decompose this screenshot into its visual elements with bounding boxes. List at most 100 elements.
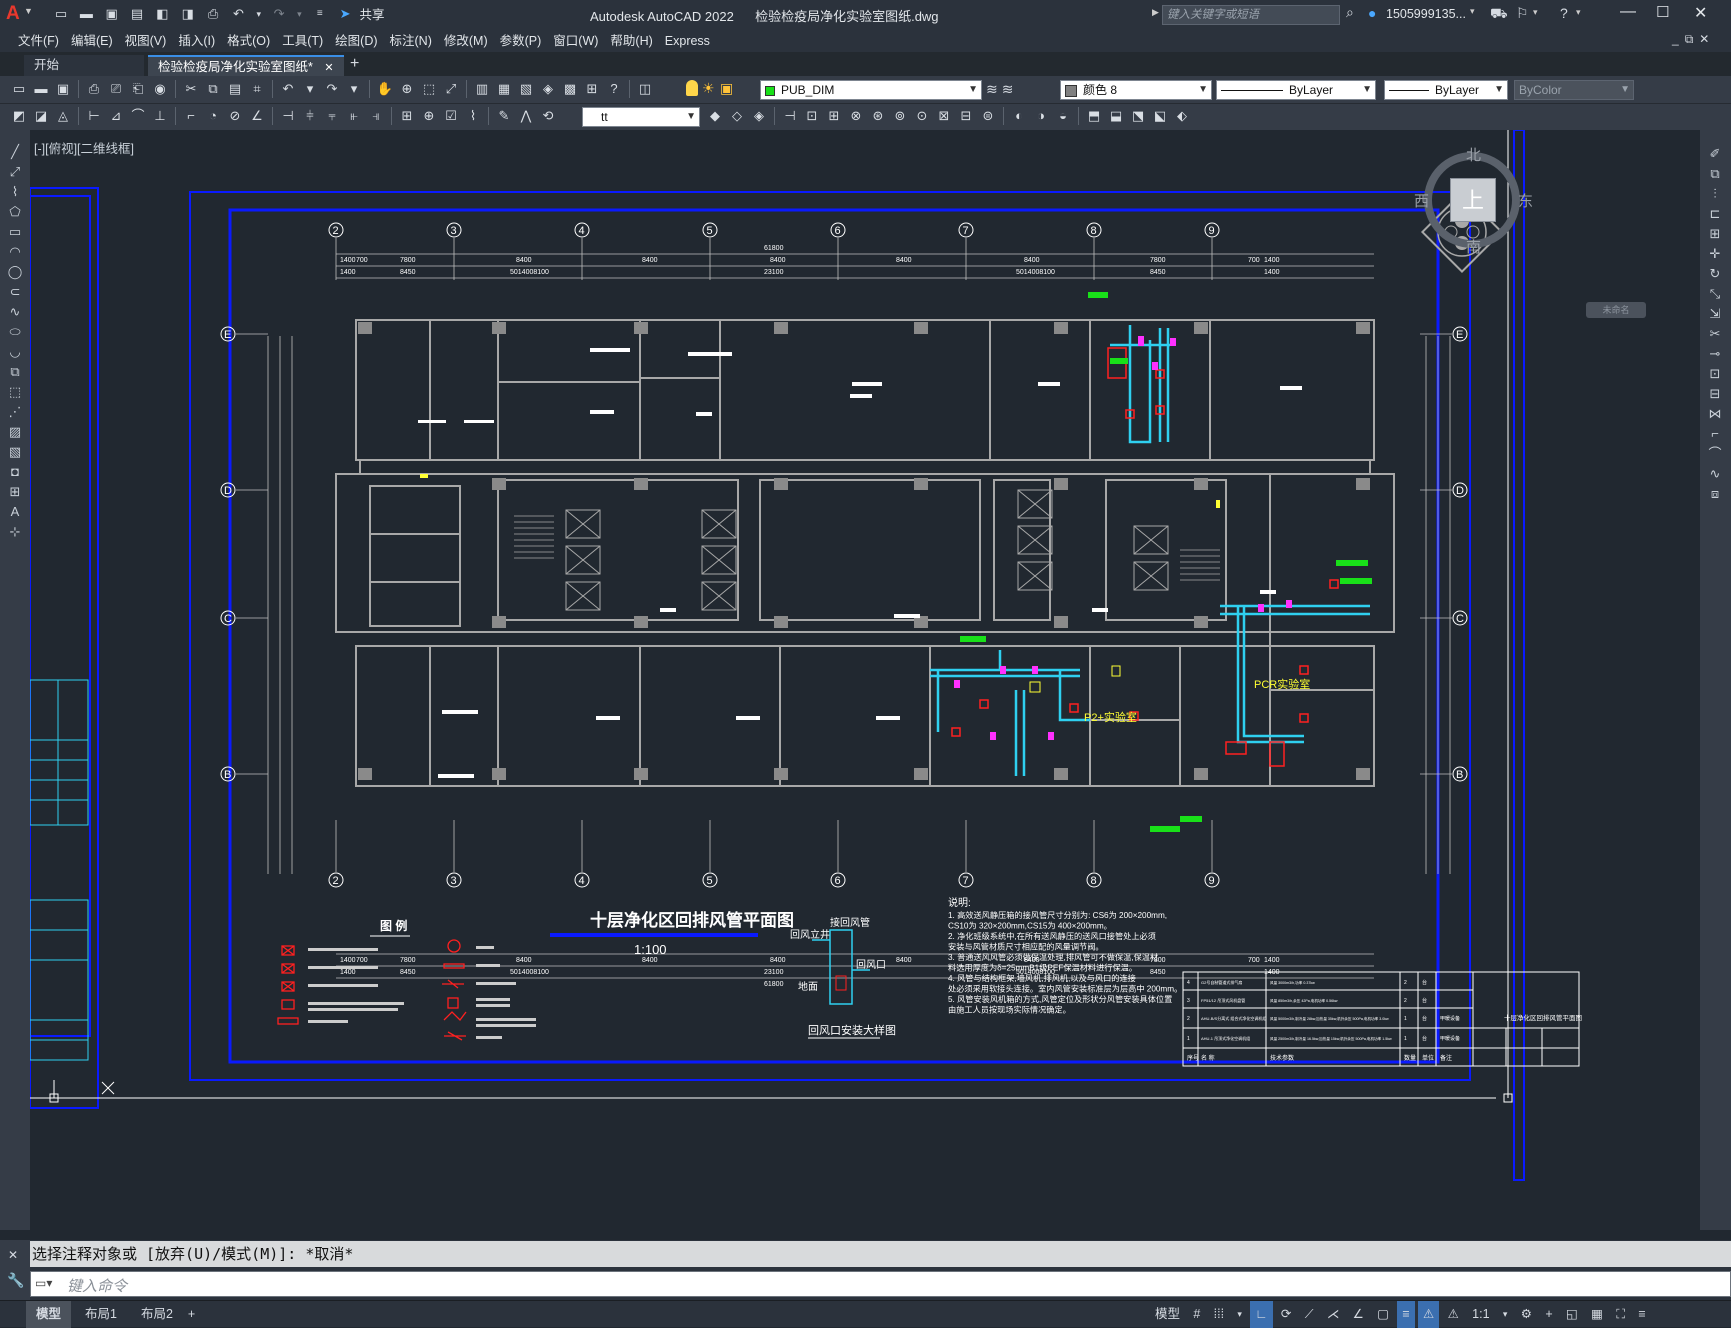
text-style-dropdown[interactable]: tt ▼ xyxy=(582,107,700,127)
radius-dim-icon[interactable]: ⌐ xyxy=(182,107,200,125)
undo-icon[interactable]: ↶ xyxy=(279,80,297,98)
new-file-icon[interactable]: ▭ xyxy=(52,5,70,23)
hatch-icon[interactable]: ▨ xyxy=(0,422,30,442)
image-icon[interactable]: ⬖ xyxy=(1173,107,1191,125)
tab-start[interactable]: 开始 xyxy=(24,55,144,76)
layer-properties-icon[interactable]: ◫ xyxy=(636,80,654,98)
command-close-icon[interactable]: ✕ xyxy=(8,1248,18,1262)
quick-dim-icon[interactable]: ⊣ xyxy=(279,107,297,125)
table-icon[interactable]: ⊞ xyxy=(0,482,30,502)
add-layout-icon[interactable]: + xyxy=(183,1301,200,1328)
join-icon[interactable]: ⋈ xyxy=(1700,404,1730,424)
cart-icon[interactable]: ⛟ xyxy=(1490,5,1508,24)
fillet-icon[interactable]: ⌒ xyxy=(1700,444,1730,464)
copy-icon[interactable]: ⧉ xyxy=(204,80,222,98)
point-icon[interactable]: ⋰ xyxy=(0,402,30,422)
undo-icon[interactable]: ↶ xyxy=(229,5,247,23)
angular-dim-icon[interactable]: ∠ xyxy=(248,107,266,125)
ucs-z-icon[interactable]: ⊠ xyxy=(935,107,953,125)
arc-length-icon[interactable]: ⌒ xyxy=(129,107,147,125)
tab-drawing[interactable]: 检验检疫局净化实验室图纸* ✕ xyxy=(148,55,344,76)
center-mark-icon[interactable]: ⊕ xyxy=(420,107,438,125)
ucs-origin-icon[interactable]: ⊙ xyxy=(913,107,931,125)
ortho-icon[interactable]: ∟ xyxy=(1250,1301,1273,1328)
tab-close-icon[interactable]: ✕ xyxy=(324,62,333,74)
render-icon[interactable]: ◑ xyxy=(1032,107,1050,125)
rectangle-icon[interactable]: ▭ xyxy=(0,222,30,242)
save-web-icon[interactable]: ◨ xyxy=(179,5,197,23)
layer-on-icon[interactable] xyxy=(686,80,698,96)
circle-icon[interactable]: ◯ xyxy=(0,262,30,282)
viewcube-east[interactable]: 东 xyxy=(1518,190,1533,211)
tolerance-icon[interactable]: ⊞ xyxy=(398,107,416,125)
menu-item[interactable]: 窗口(W) xyxy=(547,30,604,52)
open-web-icon[interactable]: ◧ xyxy=(153,5,171,23)
layer-tools-icon[interactable]: ≋≋ xyxy=(986,81,1017,98)
revision-cloud-icon[interactable]: ⊂ xyxy=(0,282,30,302)
insert-block-icon[interactable]: ⬒ xyxy=(1085,107,1103,125)
workspace-gear-icon[interactable]: ⚙ xyxy=(1516,1301,1537,1328)
minimize-icon[interactable]: — xyxy=(1620,3,1636,21)
annotation-scale[interactable]: 1:1 xyxy=(1467,1301,1494,1328)
trim-icon[interactable]: ✂ xyxy=(1700,324,1730,344)
cut-icon[interactable]: ✂ xyxy=(182,80,200,98)
break-at-point-icon[interactable]: ⊡ xyxy=(1700,364,1730,384)
shade-icon[interactable]: ◐ xyxy=(1010,107,1028,125)
doc-minimize-icon[interactable]: _ xyxy=(1672,32,1685,46)
plot-icon[interactable]: ⎙ xyxy=(85,80,103,98)
user-name[interactable]: 1505999135... xyxy=(1386,7,1466,21)
properties-icon[interactable]: ▥ xyxy=(473,80,491,98)
tool-palettes-icon[interactable]: ▧ xyxy=(517,80,535,98)
dim-text-edit-icon[interactable]: ⋀ xyxy=(517,107,535,125)
grid-icon[interactable]: # xyxy=(1188,1301,1205,1328)
share-label[interactable]: 共享 xyxy=(359,8,384,22)
qnew-icon[interactable]: ▭ xyxy=(10,80,28,98)
customize-quick-access-icon[interactable]: ≡ xyxy=(311,5,329,23)
line-icon[interactable]: ╱ xyxy=(0,142,30,162)
undo-list-icon[interactable]: ▾ xyxy=(301,80,319,98)
redo-icon[interactable]: ↷ xyxy=(270,5,288,23)
snap-dropdown-icon[interactable]: ▾ xyxy=(1232,1301,1247,1328)
menu-item[interactable]: 帮助(H) xyxy=(604,30,658,52)
layout-tab[interactable]: 布局2 xyxy=(131,1301,183,1328)
diameter-dim-icon[interactable]: ⊘ xyxy=(226,107,244,125)
match-prop-icon[interactable]: ⌗ xyxy=(248,80,266,98)
object-snap-tracking-icon[interactable]: ⋌ xyxy=(1322,1301,1345,1328)
app-menu-chevron-icon[interactable]: ▼ xyxy=(24,6,33,16)
selection-cycling-icon[interactable]: ▢ xyxy=(1372,1301,1394,1328)
viewcube[interactable]: 上 北 南 西 东 xyxy=(1412,140,1533,260)
zoom-realtime-icon[interactable]: ⊕ xyxy=(398,80,416,98)
view-icon-2[interactable]: ◇ xyxy=(728,107,746,125)
break-icon[interactable]: ⊟ xyxy=(1700,384,1730,404)
table-style-icon[interactable]: ◪ xyxy=(32,107,50,125)
ucs-world-icon[interactable]: ⊡ xyxy=(803,107,821,125)
viewcube-top-face[interactable]: 上 xyxy=(1450,178,1496,222)
menu-item[interactable]: 标注(N) xyxy=(384,30,438,52)
erase-icon[interactable]: ✐ xyxy=(1700,144,1730,164)
help-icon[interactable]: ? xyxy=(1560,5,1568,21)
view-icon-3[interactable]: ◈ xyxy=(750,107,768,125)
jogged-linear-icon[interactable]: ⌇ xyxy=(464,107,482,125)
undo-dropdown-icon[interactable]: ▾ xyxy=(255,5,263,23)
linetype-dropdown[interactable]: ByLayer ▼ xyxy=(1216,80,1376,100)
menu-item[interactable]: 视图(V) xyxy=(119,30,173,52)
rotate-icon[interactable]: ↻ xyxy=(1700,264,1730,284)
make-block-icon[interactable]: ⬚ xyxy=(0,382,30,402)
menu-item[interactable]: 编辑(E) xyxy=(65,30,119,52)
scale-dropdown-icon[interactable]: ▾ xyxy=(1498,1301,1513,1328)
ucs-prev-icon[interactable]: ⊞ xyxy=(825,107,843,125)
menu-item[interactable]: 工具(T) xyxy=(276,30,329,52)
polygon-icon[interactable]: ⬠ xyxy=(0,202,30,222)
lineweight-toggle-icon[interactable]: ≡ xyxy=(1397,1301,1415,1328)
color-dropdown[interactable]: 颜色 8 ▼ xyxy=(1060,80,1212,100)
ucs-face-icon[interactable]: ⊗ xyxy=(847,107,865,125)
app-dropdown-icon[interactable]: ▾ xyxy=(1533,7,1538,18)
search-icon[interactable]: ⌕ xyxy=(1346,4,1354,21)
ucs-x-icon[interactable]: ⊜ xyxy=(979,107,997,125)
continue-dim-icon[interactable]: ⫧ xyxy=(323,107,341,125)
customize-status-icon[interactable]: ≡ xyxy=(1633,1301,1650,1328)
linear-dim-icon[interactable]: ⊢ xyxy=(85,107,103,125)
menu-item[interactable]: Express xyxy=(659,30,716,52)
search-expand-icon[interactable]: ▶ xyxy=(1152,7,1159,18)
ucs-object-icon[interactable]: ⊛ xyxy=(869,107,887,125)
